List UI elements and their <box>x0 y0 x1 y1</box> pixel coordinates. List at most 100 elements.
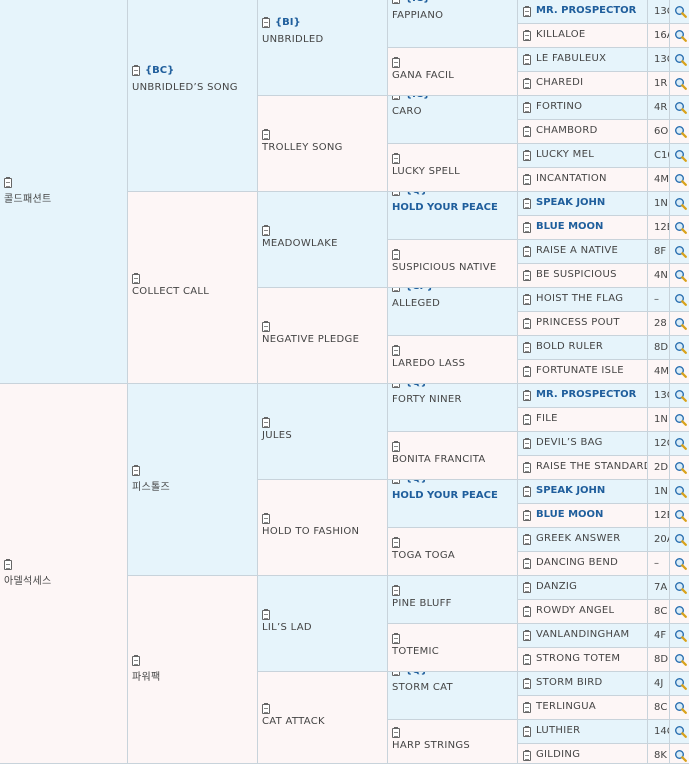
clipboard-icon[interactable] <box>523 366 531 377</box>
search-icon[interactable] <box>674 125 687 138</box>
clipboard-icon[interactable] <box>262 703 270 714</box>
ancestor-cell-gen5[interactable]: GREEK ANSWER <box>518 528 648 552</box>
search-icon[interactable] <box>674 701 687 714</box>
ancestor-cell-gen5[interactable]: ROWDY ANGEL <box>518 600 648 624</box>
horse-name[interactable]: UNBRIDLED <box>262 34 324 45</box>
search-cell[interactable] <box>670 720 689 744</box>
clipboard-icon[interactable] <box>523 654 531 665</box>
horse-name[interactable]: FILE <box>536 413 558 424</box>
ancestor-cell-gen5[interactable]: BE SUSPICIOUS <box>518 264 648 288</box>
search-icon[interactable] <box>674 533 687 546</box>
ancestor-cell-gen4[interactable]: {Q} FORTY NINER <box>388 384 518 432</box>
ancestor-cell-gen3[interactable]: {BI} UNBRIDLED <box>258 0 388 96</box>
ancestor-cell-gen5[interactable]: HOIST THE FLAG <box>518 288 648 312</box>
ancestor-cell-gen4[interactable]: {Q} STORM CAT <box>388 672 518 720</box>
ancestor-cell-gen4[interactable]: PINE BLUFF <box>388 576 518 624</box>
horse-name[interactable]: 콜드패션트 <box>4 190 52 205</box>
clipboard-icon[interactable] <box>523 318 531 329</box>
clipboard-icon[interactable] <box>523 270 531 281</box>
search-icon[interactable] <box>674 389 687 402</box>
search-cell[interactable] <box>670 312 689 336</box>
ancestor-cell-gen4[interactable]: SUSPICIOUS NATIVE <box>388 240 518 288</box>
clipboard-icon[interactable] <box>392 633 400 644</box>
clipboard-icon[interactable] <box>4 559 12 570</box>
ancestor-cell-gen4[interactable]: TOTEMIC <box>388 624 518 672</box>
clipboard-icon[interactable] <box>523 390 531 401</box>
search-icon[interactable] <box>674 173 687 186</box>
ancestor-cell-gen4[interactable]: BONITA FRANCITA <box>388 432 518 480</box>
clipboard-icon[interactable] <box>132 655 140 666</box>
search-icon[interactable] <box>674 197 687 210</box>
clipboard-icon[interactable] <box>523 558 531 569</box>
horse-name[interactable]: BONITA FRANCITA <box>392 454 486 465</box>
horse-name[interactable]: ALLEGED <box>392 298 440 309</box>
horse-name[interactable]: CAT ATTACK <box>262 716 325 727</box>
horse-name[interactable]: CHAMBORD <box>536 125 598 136</box>
ancestor-cell-gen5[interactable]: FORTINO <box>518 96 648 120</box>
ancestor-cell-gen5[interactable]: SPEAK JOHN <box>518 480 648 504</box>
horse-name[interactable]: VANLANDINGHAM <box>536 629 629 640</box>
clipboard-icon[interactable] <box>523 222 531 233</box>
clipboard-icon[interactable] <box>523 726 531 737</box>
clipboard-icon[interactable] <box>392 192 400 196</box>
horse-name[interactable]: BE SUSPICIOUS <box>536 269 617 280</box>
clipboard-icon[interactable] <box>523 414 531 425</box>
ancestor-cell-gen5[interactable]: LUTHIER <box>518 720 648 744</box>
search-cell[interactable] <box>670 672 689 696</box>
ancestor-cell-gen4[interactable]: {IC} CARO <box>388 96 518 144</box>
ancestor-cell-gen5[interactable]: CHAMBORD <box>518 120 648 144</box>
horse-name[interactable]: COLLECT CALL <box>132 286 209 297</box>
search-icon[interactable] <box>674 245 687 258</box>
ancestor-cell-gen4[interactable]: GANA FACIL <box>388 48 518 96</box>
horse-name[interactable]: PRINCESS POUT <box>536 317 620 328</box>
ancestor-cell-gen3[interactable]: HOLD TO FASHION <box>258 480 388 576</box>
ancestor-cell-gen3[interactable]: JULES <box>258 384 388 480</box>
horse-name[interactable]: GANA FACIL <box>392 70 454 81</box>
horse-name[interactable]: BLUE MOON <box>536 221 603 232</box>
ancestor-cell-gen4[interactable]: HARP STRINGS <box>388 720 518 764</box>
ancestor-cell-gen4[interactable]: {Q} HOLD YOUR PEACE <box>388 192 518 240</box>
ancestor-cell-gen1[interactable]: 아델석세스 <box>0 384 128 764</box>
search-icon[interactable] <box>674 317 687 330</box>
horse-name[interactable]: BOLD RULER <box>536 341 603 352</box>
ancestor-cell-gen4[interactable]: {IC} FAPPIANO <box>388 0 518 48</box>
clipboard-icon[interactable] <box>523 30 531 41</box>
clipboard-icon[interactable] <box>523 54 531 65</box>
clipboard-icon[interactable] <box>262 321 270 332</box>
ancestor-cell-gen5[interactable]: TERLINGUA <box>518 696 648 720</box>
horse-name[interactable]: DANCING BEND <box>536 557 618 568</box>
ancestor-cell-gen4[interactable]: {Q} HOLD YOUR PEACE <box>388 480 518 528</box>
ancestor-cell-gen4[interactable]: {CP} ALLEGED <box>388 288 518 336</box>
search-cell[interactable] <box>670 288 689 312</box>
ancestor-cell-gen5[interactable]: GILDING <box>518 744 648 764</box>
horse-name[interactable]: FORTUNATE ISLE <box>536 365 624 376</box>
search-icon[interactable] <box>674 581 687 594</box>
horse-name[interactable]: TOTEMIC <box>392 646 439 657</box>
clipboard-icon[interactable] <box>523 102 531 113</box>
search-cell[interactable] <box>670 0 689 24</box>
search-cell[interactable] <box>670 336 689 360</box>
clipboard-icon[interactable] <box>523 342 531 353</box>
search-icon[interactable] <box>674 653 687 666</box>
horse-name[interactable]: MEADOWLAKE <box>262 238 338 249</box>
search-icon[interactable] <box>674 365 687 378</box>
search-icon[interactable] <box>674 725 687 738</box>
horse-name[interactable]: STRONG TOTEM <box>536 653 620 664</box>
horse-name[interactable]: STORM CAT <box>392 682 453 693</box>
ancestor-cell-gen4[interactable]: TOGA TOGA <box>388 528 518 576</box>
horse-name[interactable]: RAISE A NATIVE <box>536 245 618 256</box>
clipboard-icon[interactable] <box>523 174 531 185</box>
search-icon[interactable] <box>674 677 687 690</box>
ancestor-cell-gen5[interactable]: FILE <box>518 408 648 432</box>
search-icon[interactable] <box>674 413 687 426</box>
search-cell[interactable] <box>670 360 689 384</box>
search-icon[interactable] <box>674 53 687 66</box>
ancestor-cell-gen5[interactable]: INCANTATION <box>518 168 648 192</box>
ancestor-cell-gen2[interactable]: {BC} UNBRIDLED’S SONG <box>128 0 258 192</box>
search-icon[interactable] <box>674 77 687 90</box>
horse-name[interactable]: SPEAK JOHN <box>536 485 605 496</box>
horse-name[interactable]: LE FABULEUX <box>536 53 606 64</box>
ancestor-cell-gen5[interactable]: DANCING BEND <box>518 552 648 576</box>
clipboard-icon[interactable] <box>392 727 400 738</box>
horse-name[interactable]: CARO <box>392 106 422 117</box>
